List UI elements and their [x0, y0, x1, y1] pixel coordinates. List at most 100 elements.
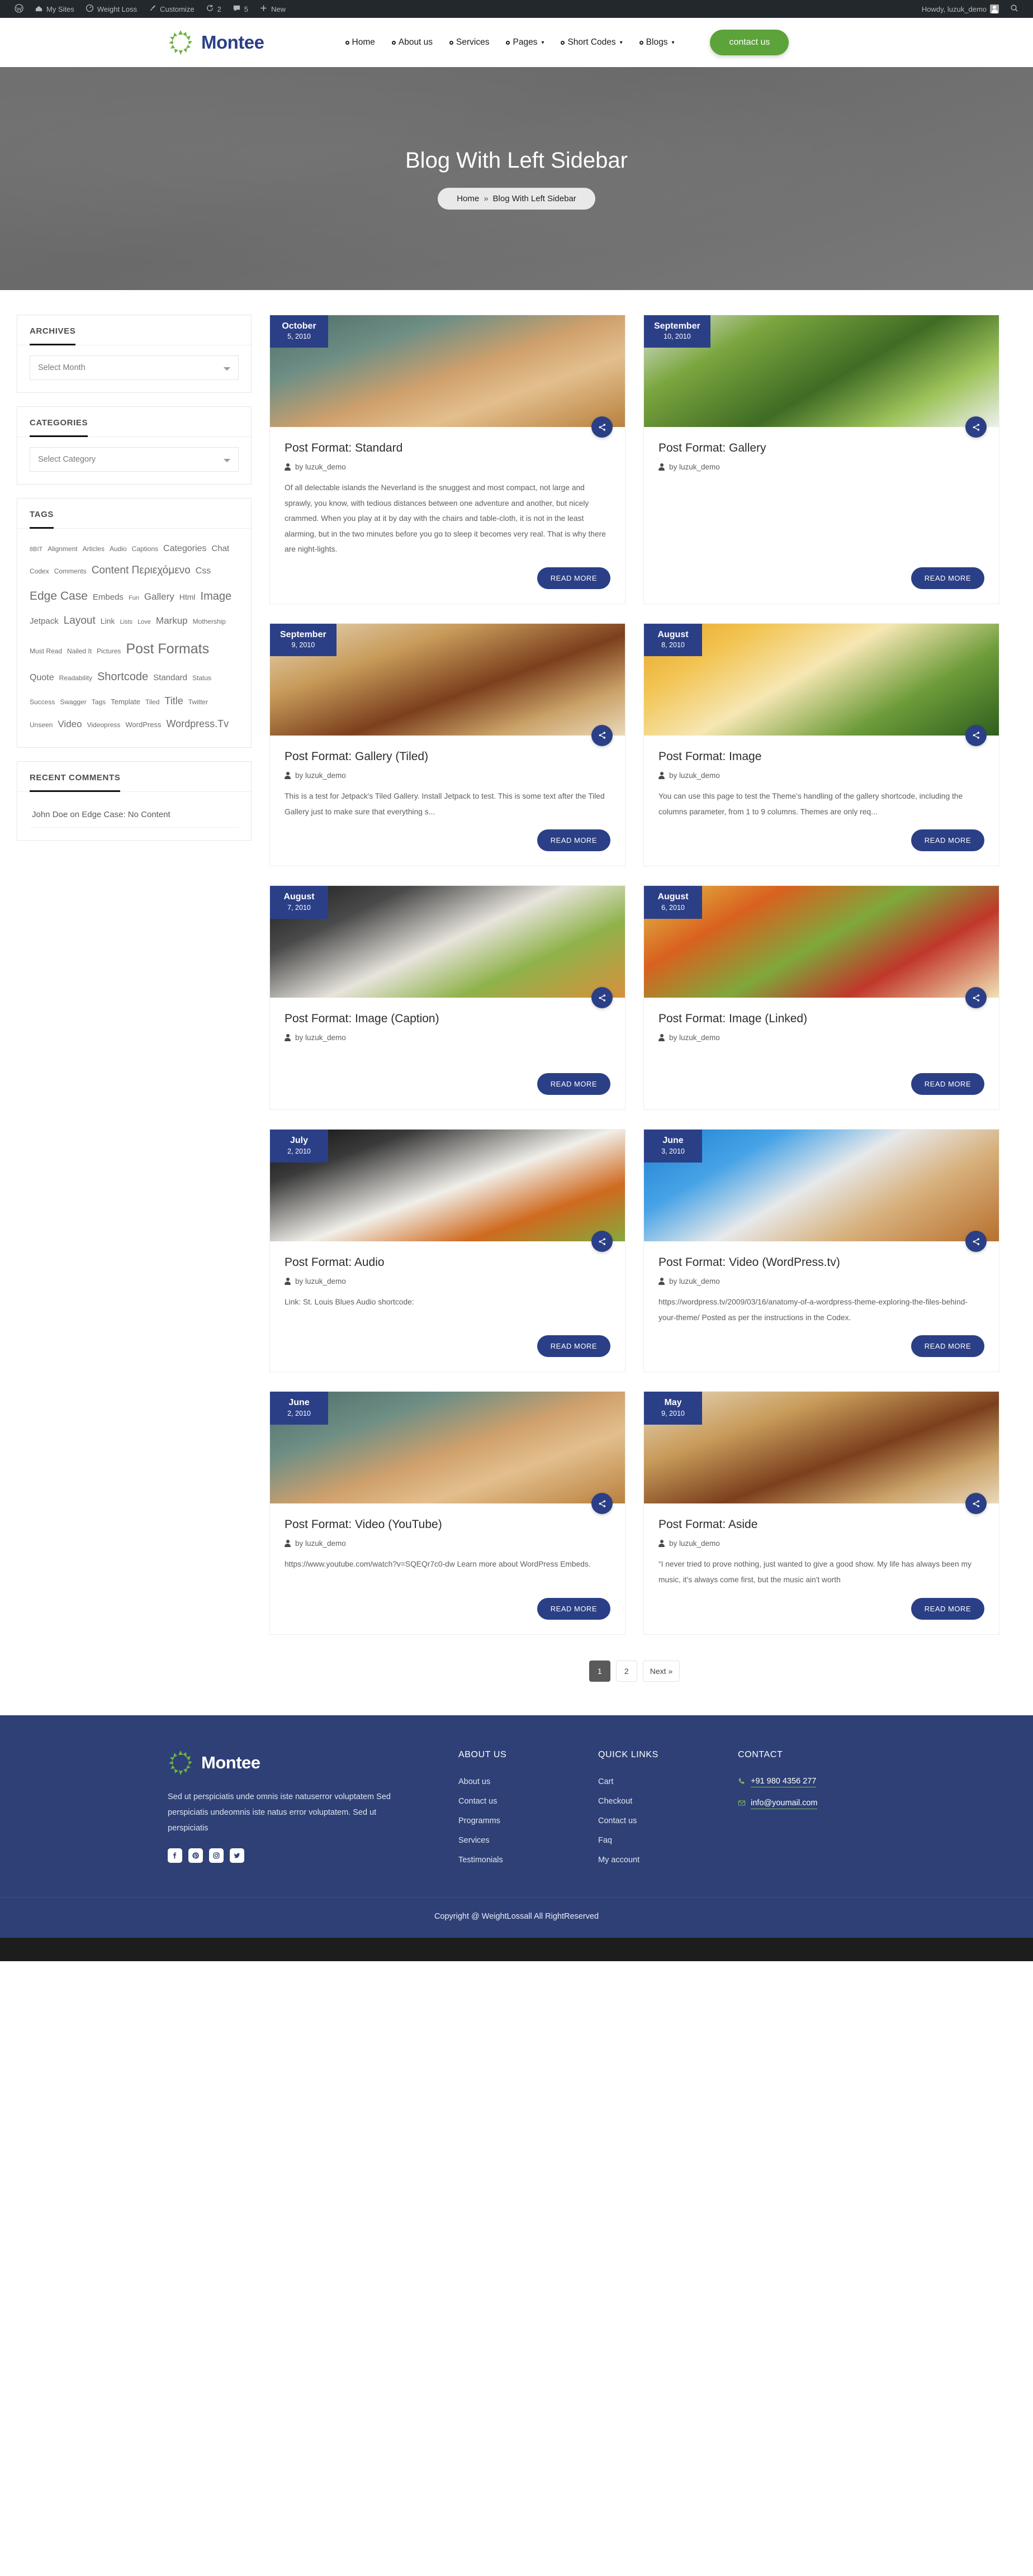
tag-link[interactable]: Swagger	[60, 695, 86, 710]
post-title[interactable]: Post Format: Video (WordPress.tv)	[658, 1256, 984, 1269]
share-icon[interactable]	[965, 987, 987, 1009]
categories-select[interactable]: Select Category	[30, 447, 239, 472]
archives-select[interactable]: Select Month	[30, 355, 239, 380]
tag-link[interactable]: Codex	[30, 564, 49, 579]
tag-link[interactable]: Image	[201, 584, 232, 609]
share-icon[interactable]	[591, 416, 613, 438]
post-title[interactable]: Post Format: Gallery	[658, 442, 984, 455]
post-title[interactable]: Post Format: Audio	[285, 1256, 610, 1269]
adminbar-updates[interactable]: 2	[200, 0, 227, 18]
breadcrumb-home[interactable]: Home	[457, 194, 479, 203]
footer-phone[interactable]: +91 980 4356 277	[738, 1777, 950, 1787]
share-icon[interactable]	[591, 724, 613, 746]
tag-link[interactable]: Template	[111, 694, 140, 710]
tag-link[interactable]: Markup	[156, 610, 188, 632]
tag-link[interactable]: Quote	[30, 668, 54, 688]
post-title[interactable]: Post Format: Image (Caption)	[285, 1012, 610, 1026]
tag-link[interactable]: WordPress	[125, 717, 161, 733]
tag-link[interactable]: Articles	[83, 542, 105, 557]
post-title[interactable]: Post Format: Aside	[658, 1518, 984, 1531]
tag-link[interactable]: Tiled	[145, 695, 160, 710]
post-thumbnail[interactable]: August 7, 2010	[270, 886, 625, 998]
tag-link[interactable]: Categories	[163, 539, 206, 559]
adminbar-my-sites[interactable]: My Sites	[29, 0, 80, 18]
contact-us-button[interactable]: contact us	[710, 30, 789, 55]
share-icon[interactable]	[965, 724, 987, 746]
adminbar-wordpress-logo[interactable]	[9, 0, 29, 18]
tag-link[interactable]: Readability	[59, 671, 92, 686]
nav-item-pages[interactable]: Pages ▾	[506, 37, 544, 48]
pagination-page-2[interactable]: 2	[615, 1660, 637, 1682]
tag-link[interactable]: Unseen	[30, 718, 53, 733]
footer-link-services[interactable]: Services	[458, 1836, 490, 1845]
footer-link-contact-us[interactable]: Contact us	[458, 1797, 497, 1806]
recent-comment-item[interactable]: John Doe on Edge Case: No Content	[30, 802, 239, 828]
nav-item-about-us[interactable]: About us	[391, 37, 433, 48]
post-title[interactable]: Post Format: Image (Linked)	[658, 1012, 984, 1026]
tag-link[interactable]: Success	[30, 695, 55, 710]
tag-link[interactable]: Audio	[110, 542, 127, 557]
read-more-button[interactable]: READ MORE	[911, 829, 984, 852]
adminbar-customize[interactable]: Customize	[143, 0, 200, 18]
tag-link[interactable]: Chat	[211, 539, 229, 558]
share-icon[interactable]	[591, 1231, 613, 1253]
share-icon[interactable]	[591, 987, 613, 1009]
tag-link[interactable]: Love	[138, 615, 151, 629]
site-logo[interactable]: Montee	[168, 30, 264, 55]
post-title[interactable]: Post Format: Gallery (Tiled)	[285, 750, 610, 763]
tag-link[interactable]: Captions	[132, 542, 158, 557]
post-thumbnail[interactable]: September 10, 2010	[644, 315, 999, 427]
tag-link[interactable]: Shortcode	[97, 665, 148, 690]
nav-item-blogs[interactable]: Blogs ▾	[639, 37, 674, 48]
tag-link[interactable]: Layout	[64, 609, 96, 633]
read-more-button[interactable]: READ MORE	[911, 567, 984, 589]
tag-link[interactable]: Fun	[129, 591, 139, 605]
tag-link[interactable]: Link	[101, 613, 115, 630]
tag-link[interactable]: Twitter	[188, 695, 208, 710]
tag-link[interactable]: Wordpress.Tv	[166, 713, 229, 736]
footer-link-testimonials[interactable]: Testimonials	[458, 1856, 503, 1865]
tag-link[interactable]: Nailed It	[67, 644, 92, 659]
tag-link[interactable]: Videopress	[87, 718, 121, 733]
nav-item-short-codes[interactable]: Short Codes ▾	[561, 37, 623, 48]
tag-link[interactable]: Must Read	[30, 644, 62, 659]
post-title[interactable]: Post Format: Image	[658, 750, 984, 763]
post-thumbnail[interactable]: August 8, 2010	[644, 623, 999, 736]
tag-link[interactable]: Alignment	[48, 542, 77, 557]
tag-link[interactable]: Gallery	[144, 586, 174, 608]
footer-link-contact-us-2[interactable]: Contact us	[598, 1816, 637, 1825]
adminbar-search[interactable]	[1004, 0, 1024, 18]
adminbar-comments[interactable]: 5	[227, 0, 254, 18]
post-thumbnail[interactable]: July 2, 2010	[270, 1130, 625, 1242]
read-more-button[interactable]: READ MORE	[911, 1073, 984, 1095]
footer-link-my-account[interactable]: My account	[598, 1856, 639, 1865]
read-more-button[interactable]: READ MORE	[911, 1597, 984, 1620]
footer-link-programms[interactable]: Programms	[458, 1816, 500, 1825]
tag-link[interactable]: Pictures	[97, 644, 121, 659]
read-more-button[interactable]: READ MORE	[537, 1073, 610, 1095]
tag-link[interactable]: Standard	[153, 668, 187, 687]
tag-link[interactable]: Mothership	[193, 614, 226, 629]
adminbar-site-name[interactable]: Weight Loss	[80, 0, 143, 18]
tag-link[interactable]: Video	[58, 714, 82, 735]
footer-logo[interactable]: Montee	[168, 1750, 458, 1776]
footer-link-cart[interactable]: Cart	[598, 1777, 613, 1786]
pinterest-icon[interactable]	[188, 1848, 203, 1863]
pagination-page-1[interactable]: 1	[589, 1660, 610, 1682]
nav-item-home[interactable]: Home	[345, 37, 375, 48]
post-thumbnail[interactable]: June 2, 2010	[270, 1392, 625, 1504]
share-icon[interactable]	[965, 416, 987, 438]
read-more-button[interactable]: READ MORE	[537, 829, 610, 852]
tag-link[interactable]: Jetpack	[30, 612, 59, 631]
share-icon[interactable]	[965, 1493, 987, 1515]
tag-link[interactable]: Comments	[54, 564, 87, 579]
read-more-button[interactable]: READ MORE	[911, 1335, 984, 1358]
tag-link[interactable]: Html	[179, 589, 196, 606]
share-icon[interactable]	[965, 1231, 987, 1253]
nav-item-services[interactable]: Services	[449, 37, 489, 48]
instagram-icon[interactable]	[209, 1848, 224, 1863]
tag-link[interactable]: Post Formats	[126, 633, 209, 665]
post-thumbnail[interactable]: October 5, 2010	[270, 315, 625, 427]
tag-link[interactable]: Title	[164, 690, 183, 713]
tag-link[interactable]: Lists	[120, 615, 132, 629]
